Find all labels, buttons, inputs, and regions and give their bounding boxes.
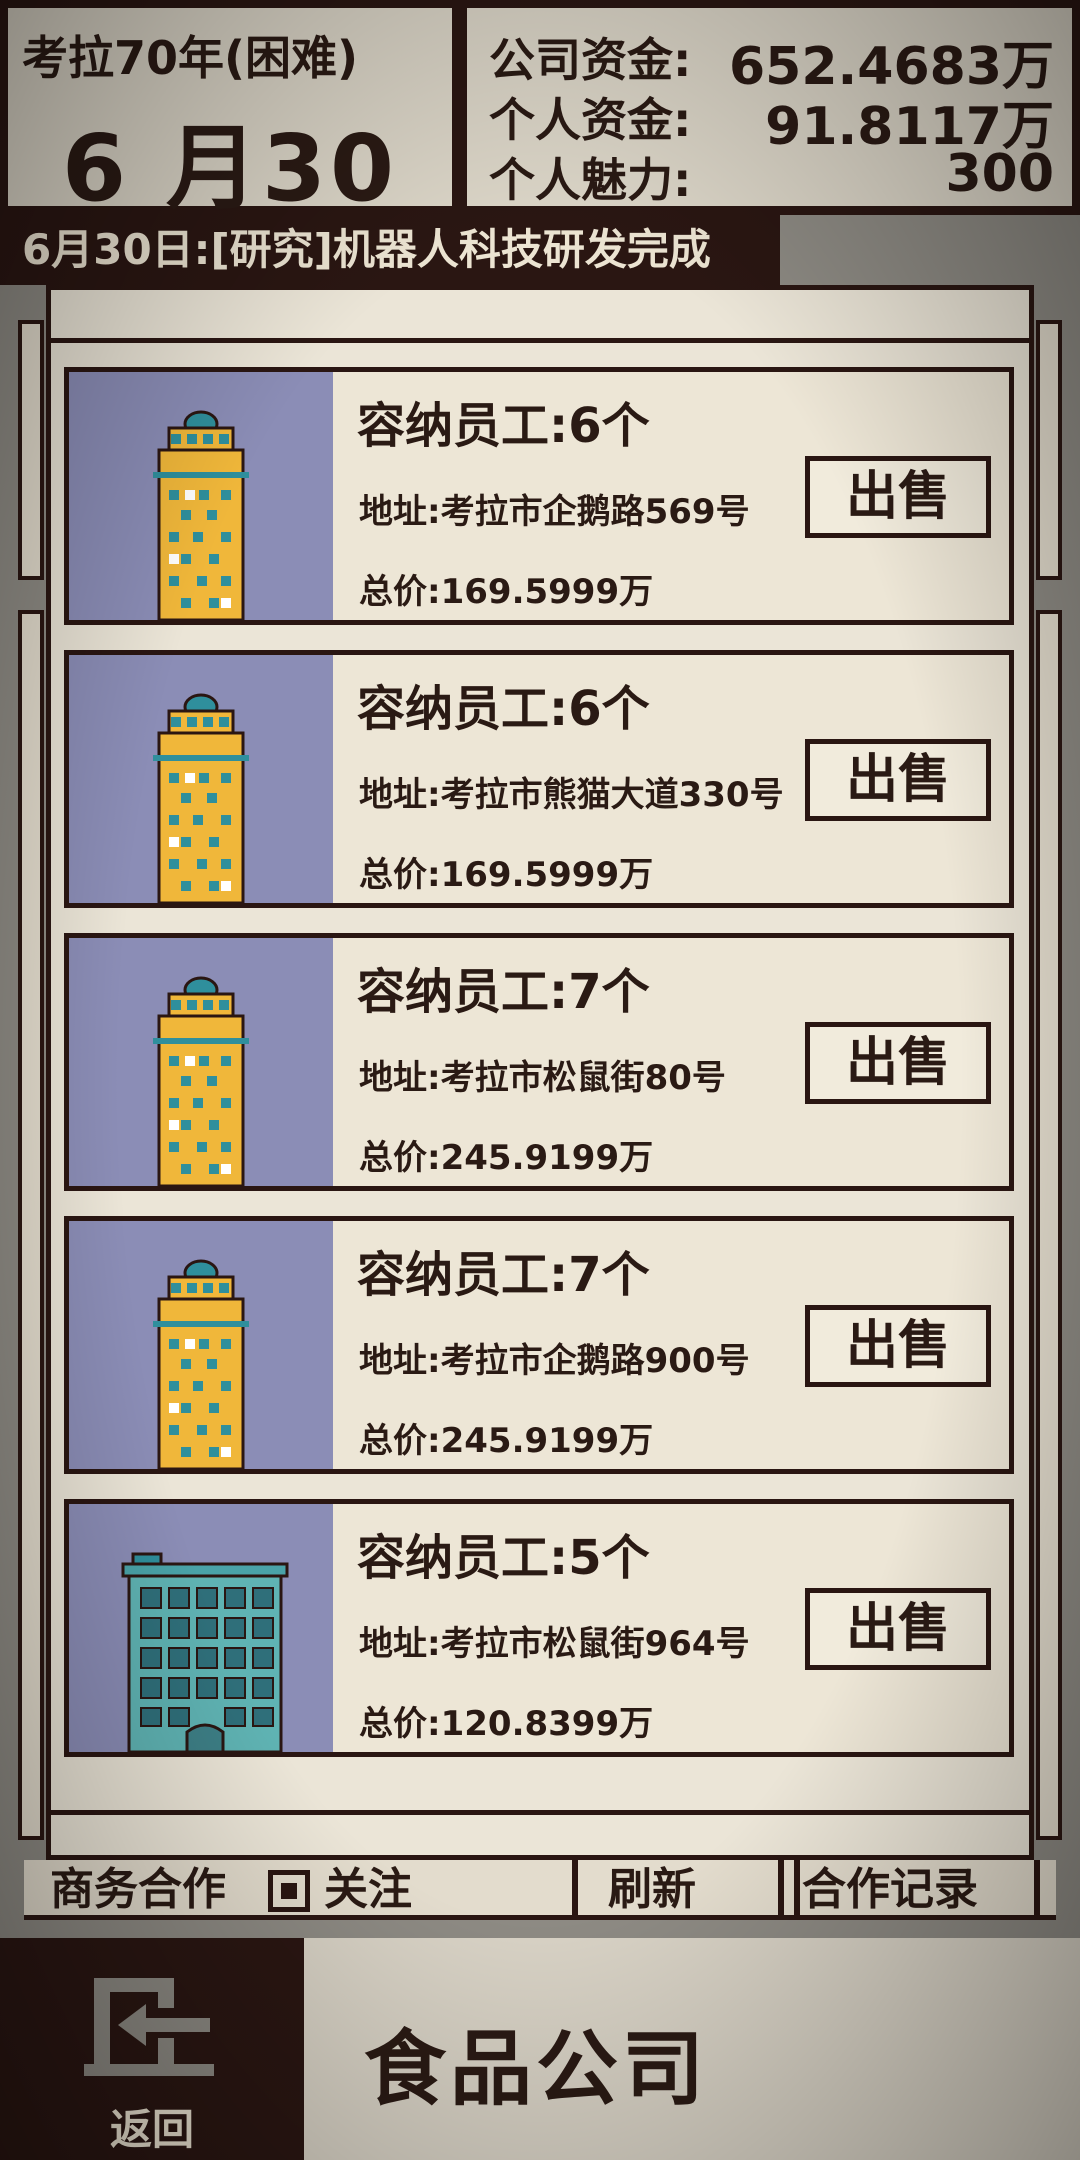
toolbar-divider	[572, 1860, 578, 1920]
charm-label: 个人魅力:	[489, 153, 692, 207]
sell-button[interactable]: 出售	[805, 739, 991, 821]
capacity-label: 容纳员工:7个	[357, 964, 650, 1020]
sell-button[interactable]: 出售	[805, 1022, 991, 1104]
tower-building-icon	[153, 976, 249, 1188]
sell-button[interactable]: 出售	[805, 1588, 991, 1670]
sell-button[interactable]: 出售	[805, 1305, 991, 1387]
capacity-label: 容纳员工:6个	[357, 398, 650, 454]
address-label: 地址:考拉市松鼠街80号	[359, 1058, 726, 1098]
address-label: 地址:考拉市松鼠街964号	[359, 1624, 750, 1664]
date-panel: 考拉70年(困难) 6 月30 日	[4, 4, 456, 355]
toolbar-divider	[1034, 1860, 1040, 1920]
exit-door-icon	[84, 1978, 214, 2076]
era-label: 考拉70年(困难)	[22, 31, 359, 85]
price-label: 总价:245.9199万	[359, 1138, 654, 1178]
panel-divider-bottom	[51, 1810, 1029, 1815]
price-label: 总价:169.5999万	[359, 855, 654, 895]
building-card: 容纳员工:6个 地址:考拉市企鹅路569号 总价:169.5999万 出售	[64, 367, 1014, 625]
building-card: 容纳员工:7个 地址:考拉市企鹅路900号 总价:245.9199万 出售	[64, 1216, 1014, 1474]
price-label: 总价:245.9199万	[359, 1421, 654, 1461]
address-label: 地址:考拉市熊猫大道330号	[359, 775, 784, 815]
building-thumbnail	[69, 1504, 333, 1754]
top-bar: 考拉70年(困难) 6 月30 日 公司资金: 652.4683万 个人资金: …	[0, 0, 1080, 355]
toolbar-divider	[794, 1860, 800, 1920]
charm-value: 300	[945, 144, 1054, 204]
back-button[interactable]: 返回	[0, 1938, 304, 2160]
footer-bar: 返回 食品公司	[0, 1938, 1080, 2160]
building-thumbnail	[69, 372, 333, 622]
right-frame	[1036, 320, 1062, 580]
tower-building-icon	[153, 410, 249, 622]
address-label: 地址:考拉市企鹅路900号	[359, 1341, 750, 1381]
left-frame	[18, 320, 44, 580]
funds-panel: 公司资金: 652.4683万 个人资金: 91.8117万 个人魅力: 300	[463, 4, 1076, 210]
capacity-label: 容纳员工:5个	[357, 1530, 650, 1586]
follow-checkbox[interactable]	[268, 1870, 310, 1912]
sell-button[interactable]: 出售	[805, 456, 991, 538]
left-frame-lower	[18, 610, 44, 1840]
capacity-label: 容纳员工:7个	[357, 1247, 650, 1303]
company-name: 食品公司	[364, 2022, 709, 2117]
building-thumbnail	[69, 938, 333, 1188]
back-label: 返回	[109, 2105, 194, 2154]
building-thumbnail	[69, 1221, 333, 1471]
refresh-button[interactable]: 刷新	[608, 1860, 696, 1915]
office-building-icon	[121, 1552, 289, 1754]
panel-divider-top	[51, 338, 1029, 343]
toolbar-divider	[778, 1860, 784, 1920]
capacity-label: 容纳员工:6个	[357, 681, 650, 737]
building-card: 容纳员工:5个 地址:考拉市松鼠街964号 总价:120.8399万 出售	[64, 1499, 1014, 1757]
business-cooperation-button[interactable]: 商务合作	[50, 1860, 226, 1915]
building-card: 容纳员工:7个 地址:考拉市松鼠街80号 总价:245.9199万 出售	[64, 933, 1014, 1191]
tower-building-icon	[153, 693, 249, 905]
right-frame-lower	[1036, 610, 1062, 1840]
cooperation-records-button[interactable]: 合作记录	[802, 1860, 978, 1915]
bottom-toolbar: 商务合作 关注 刷新 合作记录	[24, 1860, 1056, 1920]
tower-building-icon	[153, 1259, 249, 1471]
building-card: 容纳员工:6个 地址:考拉市熊猫大道330号 总价:169.5999万 出售	[64, 650, 1014, 908]
building-thumbnail	[69, 655, 333, 905]
news-ticker: 6月30日:[研究]机器人科技研发完成	[0, 215, 780, 285]
price-label: 总价:120.8399万	[359, 1704, 654, 1744]
charm-row: 个人魅力: 300	[489, 144, 1054, 210]
address-label: 地址:考拉市企鹅路569号	[359, 492, 750, 532]
follow-label[interactable]: 关注	[324, 1860, 412, 1915]
price-label: 总价:169.5999万	[359, 572, 654, 612]
